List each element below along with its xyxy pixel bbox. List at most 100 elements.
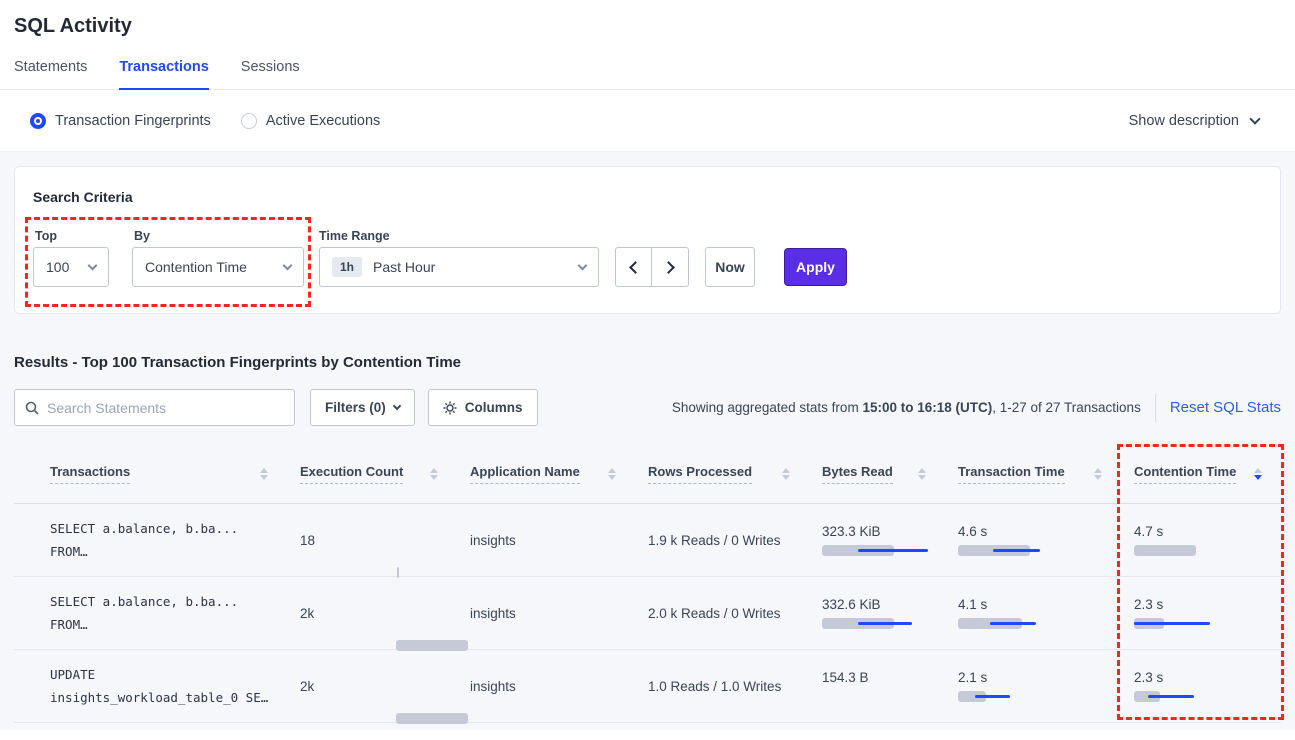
execution-count-cell: 2k xyxy=(286,650,456,722)
radio-selected-icon xyxy=(30,113,46,129)
top-select[interactable]: 100 xyxy=(33,247,109,287)
chevron-down-icon xyxy=(393,401,401,409)
chevron-down-icon xyxy=(1249,113,1260,124)
time-range-badge: 1h xyxy=(332,257,362,277)
transaction-time-bar xyxy=(958,618,1068,630)
execution-count-bar xyxy=(396,713,506,725)
column-header-rows-processed[interactable]: Rows Processed xyxy=(634,464,808,484)
chevron-down-icon xyxy=(283,260,293,270)
tab-transactions[interactable]: Transactions xyxy=(119,59,208,90)
application-name-cell: insights xyxy=(456,533,634,548)
contention-time-cell: 2.3 s xyxy=(1120,597,1280,630)
tab-statements[interactable]: Statements xyxy=(14,59,87,89)
content-area: Search Criteria Top 100 By Contention Ti… xyxy=(0,151,1295,730)
search-statements-box xyxy=(14,389,295,426)
now-button[interactable]: Now xyxy=(705,247,755,287)
search-criteria-title: Search Criteria xyxy=(33,189,133,205)
sort-icon[interactable] xyxy=(430,468,438,480)
transaction-fingerprint-link[interactable]: SELECT a.balance, b.ba... FROM… xyxy=(36,517,286,563)
top-label: Top xyxy=(35,229,57,243)
transaction-fingerprint-link[interactable]: UPDATE insights_workload_table_0 SE… xyxy=(36,663,286,709)
time-nav-group xyxy=(615,247,689,287)
time-range-value: Past Hour xyxy=(373,259,435,275)
view-radio-group: Transaction Fingerprints Active Executio… xyxy=(30,113,380,129)
search-icon xyxy=(25,401,39,415)
contention-time-bar xyxy=(1134,545,1244,557)
transaction-time-bar xyxy=(958,691,1068,703)
sort-icon[interactable] xyxy=(782,468,790,480)
radio-transaction-fingerprints[interactable]: Transaction Fingerprints xyxy=(30,113,211,129)
filters-label: Filters (0) xyxy=(325,400,386,415)
radio-label: Active Executions xyxy=(266,113,380,129)
results-title: Results - Top 100 Transaction Fingerprin… xyxy=(14,354,1281,371)
rows-processed-cell: 2.0 k Reads / 0 Writes xyxy=(634,606,808,621)
sort-icon[interactable] xyxy=(260,468,268,480)
chevron-left-icon xyxy=(629,261,642,274)
chevron-down-icon xyxy=(578,260,588,270)
sort-icon-active-desc[interactable] xyxy=(1254,468,1262,480)
table-header-row: Transactions Execution Count Application… xyxy=(14,444,1281,504)
filters-button[interactable]: Filters (0) xyxy=(310,389,415,426)
radio-active-executions[interactable]: Active Executions xyxy=(241,113,380,129)
sort-icon[interactable] xyxy=(918,468,926,480)
apply-button[interactable]: Apply xyxy=(784,248,847,286)
execution-count-cell: 18 xyxy=(286,504,456,576)
aggregated-stats-text: Showing aggregated stats from 15:00 to 1… xyxy=(672,400,1141,415)
column-header-execution-count[interactable]: Execution Count xyxy=(286,464,456,484)
transactions-table: Transactions Execution Count Application… xyxy=(14,444,1281,723)
time-range-select[interactable]: 1h Past Hour xyxy=(319,247,599,287)
execution-count-cell: 2k xyxy=(286,577,456,649)
chevron-right-icon xyxy=(662,261,675,274)
results-toolbar: Filters (0) Columns Showing aggregated s… xyxy=(14,389,1281,426)
column-header-transaction-time[interactable]: Transaction Time xyxy=(944,464,1120,484)
view-toggle-row: Transaction Fingerprints Active Executio… xyxy=(0,90,1295,151)
radio-unselected-icon xyxy=(241,113,257,129)
bytes-read-cell: 323.3 KiB xyxy=(808,524,944,557)
rows-processed-cell: 1.9 k Reads / 0 Writes xyxy=(634,533,808,548)
transaction-time-cell: 2.1 s xyxy=(944,670,1120,703)
page-title: SQL Activity xyxy=(0,0,1295,38)
sort-icon[interactable] xyxy=(1094,468,1102,480)
by-select-value: Contention Time xyxy=(145,259,247,275)
application-name-cell: insights xyxy=(456,679,634,694)
tab-bar: Statements Transactions Sessions xyxy=(0,59,1295,90)
column-header-transactions[interactable]: Transactions xyxy=(36,464,286,484)
show-description-toggle[interactable]: Show description xyxy=(1129,113,1259,129)
column-header-contention-time[interactable]: Contention Time xyxy=(1120,464,1280,484)
by-label: By xyxy=(134,229,150,243)
radio-label: Transaction Fingerprints xyxy=(55,113,211,129)
table-row[interactable]: SELECT a.balance, b.ba... FROM… 2k insig… xyxy=(14,577,1281,650)
sort-icon[interactable] xyxy=(608,468,616,480)
column-header-bytes-read[interactable]: Bytes Read xyxy=(808,464,944,484)
by-select[interactable]: Contention Time xyxy=(132,247,304,287)
contention-time-cell: 4.7 s xyxy=(1120,524,1280,557)
show-description-label: Show description xyxy=(1129,113,1239,129)
rows-processed-cell: 1.0 Reads / 1.0 Writes xyxy=(634,679,808,694)
bytes-read-bar xyxy=(822,545,932,557)
contention-time-bar xyxy=(1134,691,1244,703)
time-range-label: Time Range xyxy=(319,229,390,243)
transaction-time-cell: 4.1 s xyxy=(944,597,1120,630)
transaction-fingerprint-link[interactable]: SELECT a.balance, b.ba... FROM… xyxy=(36,590,286,636)
bytes-read-cell: 332.6 KiB xyxy=(808,597,944,630)
columns-label: Columns xyxy=(465,400,523,415)
column-header-application-name[interactable]: Application Name xyxy=(456,464,634,484)
search-criteria-card: Search Criteria Top 100 By Contention Ti… xyxy=(14,166,1281,314)
bytes-read-cell: 154.3 B xyxy=(808,670,944,703)
top-select-value: 100 xyxy=(46,259,69,275)
transaction-time-cell: 4.6 s xyxy=(944,524,1120,557)
columns-button[interactable]: Columns xyxy=(428,389,538,426)
table-row[interactable]: SELECT a.balance, b.ba... FROM… 18 insig… xyxy=(14,504,1281,577)
reset-sql-stats-link[interactable]: Reset SQL Stats xyxy=(1170,399,1281,416)
application-name-cell: insights xyxy=(456,606,634,621)
chevron-down-icon xyxy=(88,260,98,270)
bytes-read-bar xyxy=(822,618,932,630)
next-time-button[interactable] xyxy=(652,247,689,287)
divider xyxy=(1155,394,1156,422)
transaction-time-bar xyxy=(958,545,1068,557)
contention-time-bar xyxy=(1134,618,1244,630)
prev-time-button[interactable] xyxy=(615,247,652,287)
tab-sessions[interactable]: Sessions xyxy=(241,59,300,89)
search-statements-input[interactable] xyxy=(47,400,284,416)
table-row[interactable]: UPDATE insights_workload_table_0 SE… 2k … xyxy=(14,650,1281,723)
